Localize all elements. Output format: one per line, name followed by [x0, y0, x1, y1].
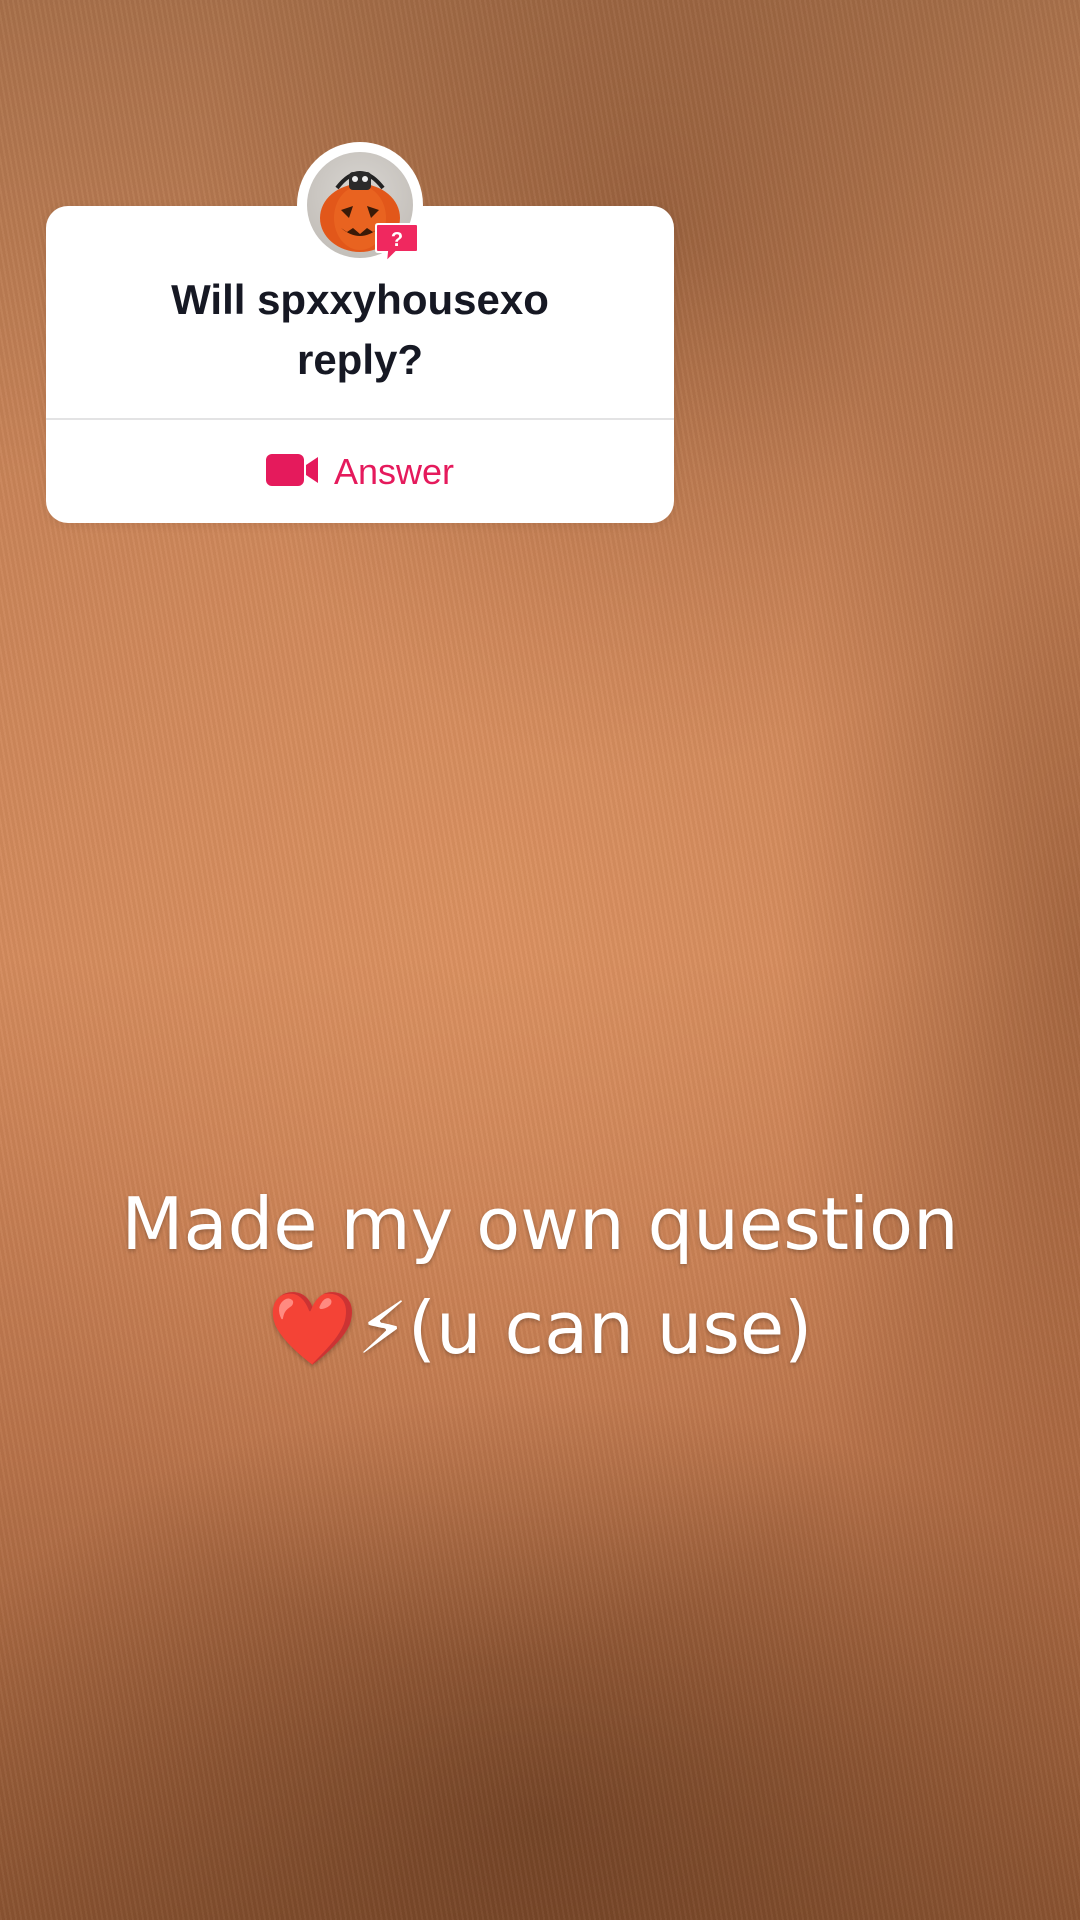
caption-line-1: Made my own question [121, 1182, 959, 1266]
question-text: Will spxxyhousexo reply? [46, 270, 674, 390]
video-camera-icon [265, 453, 320, 491]
answer-label: Answer [333, 450, 455, 492]
svg-text:?: ? [391, 229, 403, 251]
answer-button[interactable]: Answer [46, 420, 674, 523]
question-line-2: reply? [296, 336, 424, 383]
caption-line-2: ❤️⚡(u can use) [267, 1286, 813, 1370]
video-caption: Made my own question ❤️⚡(u can use) [0, 1172, 1080, 1380]
question-line-1: Will spxxyhousexo [171, 276, 549, 323]
question-bubble-icon: ? [374, 222, 420, 265]
